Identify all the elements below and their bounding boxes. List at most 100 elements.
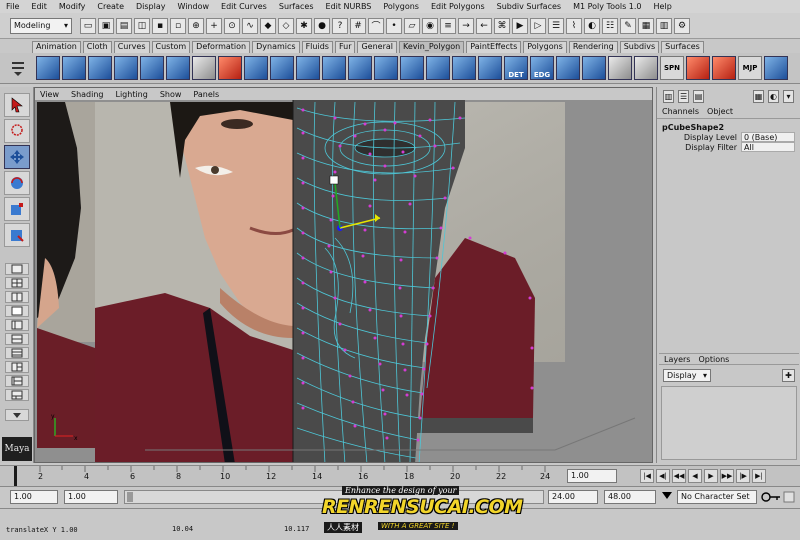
layout-stacked-icon[interactable]	[5, 305, 29, 317]
layout-outliner-icon[interactable]	[5, 319, 29, 331]
current-frame-field[interactable]: 1.00	[567, 469, 617, 483]
poly-merge-icon[interactable]	[166, 56, 190, 80]
tab-deformation[interactable]: Deformation	[192, 41, 251, 53]
vp-menu-lighting[interactable]: Lighting	[115, 90, 147, 99]
menu-window[interactable]: Window	[178, 2, 210, 11]
tab-subdivs[interactable]: Subdivs	[619, 41, 660, 53]
save-scene-icon[interactable]: ▤	[116, 17, 132, 34]
attribute-editor-toggle-icon[interactable]: ▦	[753, 89, 765, 103]
mode-selector[interactable]: Modeling ▾	[10, 17, 72, 34]
poly-plane-icon[interactable]	[296, 56, 320, 80]
layout-single-icon[interactable]	[5, 263, 29, 275]
poly-target-icon[interactable]	[712, 56, 736, 80]
snap-point-icon[interactable]: •	[386, 17, 402, 34]
menu-file[interactable]: File	[6, 2, 19, 11]
tab-polygons[interactable]: Polygons	[523, 41, 567, 53]
tab-painteffects[interactable]: PaintEffects	[466, 41, 522, 53]
render-globals-icon[interactable]: ☰	[548, 17, 564, 34]
poly-fill-icon[interactable]	[582, 56, 606, 80]
layer-editor-icon[interactable]: ☰	[678, 89, 690, 103]
go-to-start-icon[interactable]: |◀	[640, 469, 654, 483]
menu-modify[interactable]: Modify	[59, 2, 86, 11]
tab-custom[interactable]: Custom	[151, 41, 191, 53]
layout-two-icon[interactable]	[5, 291, 29, 303]
mask-joints-icon[interactable]: ⊙	[224, 17, 240, 34]
poly-cylinder-icon[interactable]	[270, 56, 294, 80]
mask-icon[interactable]: ⊕	[188, 17, 204, 34]
layers-list[interactable]	[661, 386, 797, 460]
play-backward-icon[interactable]: ◀	[688, 469, 702, 483]
mask-deformations-icon[interactable]: ◇	[278, 17, 294, 34]
mask-misc-icon[interactable]: ?	[332, 17, 348, 34]
range-handle[interactable]	[127, 492, 133, 502]
select-object-icon[interactable]: ▪	[152, 17, 168, 34]
poly-extrude-icon[interactable]	[62, 56, 86, 80]
channel-value[interactable]: 0 (Base)	[741, 132, 795, 142]
channel-layer-icon[interactable]: ▤	[693, 89, 705, 103]
ipr-render-icon[interactable]: ▷	[530, 17, 546, 34]
channel-node-name[interactable]: pCubeShape2	[657, 119, 800, 132]
character-set-selector[interactable]: No Character Set	[677, 490, 757, 504]
hypershade-icon[interactable]: ◐	[584, 17, 600, 34]
poly-normals-icon[interactable]	[478, 56, 502, 80]
playback-end-field[interactable]: 24.00	[548, 490, 598, 504]
command-input[interactable]: translateX Y 1.00	[6, 523, 306, 537]
rotate-tool-icon[interactable]	[4, 171, 30, 195]
poly-collapse-icon[interactable]	[452, 56, 476, 80]
tool-settings-icon[interactable]: ⚙	[674, 17, 690, 34]
menu-create[interactable]: Create	[97, 2, 124, 11]
tab-fur[interactable]: Fur	[334, 41, 356, 53]
camera-icon[interactable]	[634, 56, 658, 80]
scale-tool-icon[interactable]	[4, 197, 30, 221]
layout-custom-icon[interactable]	[5, 389, 29, 401]
poly-append-icon[interactable]	[400, 56, 424, 80]
chevron-down-icon[interactable]	[662, 492, 672, 499]
select-tool-icon[interactable]	[4, 93, 30, 117]
poly-blank-icon[interactable]	[192, 56, 216, 80]
snap-grid-icon[interactable]: #	[350, 17, 366, 34]
play-forward-icon[interactable]: ▶	[704, 469, 718, 483]
layer-type-selector[interactable]: Display ▾	[663, 369, 711, 382]
poly-wedge-icon[interactable]	[426, 56, 450, 80]
poly-torus-icon[interactable]	[322, 56, 346, 80]
poly-combine-icon[interactable]	[348, 56, 372, 80]
layout-persp-outliner-icon[interactable]	[5, 375, 29, 387]
channel-label[interactable]: Display Level	[661, 133, 741, 142]
layout-hypershade-icon[interactable]	[5, 347, 29, 359]
poly-blank-icon-2[interactable]	[608, 56, 632, 80]
tab-general[interactable]: General	[357, 41, 398, 53]
poly-split-icon[interactable]	[88, 56, 112, 80]
new-layer-icon[interactable]: ✚	[782, 369, 795, 382]
poly-delete-edge-button[interactable]: DET	[504, 56, 528, 80]
menu-edit-polygons[interactable]: Edit Polygons	[431, 2, 485, 11]
tab-surfaces[interactable]: Surfaces	[661, 41, 704, 53]
snap-curve-icon[interactable]: ⌒	[368, 17, 384, 34]
pane-menu-icon[interactable]: ▾	[783, 89, 795, 103]
step-back-icon[interactable]: ◀|	[656, 469, 670, 483]
layers-menu-options[interactable]: Options	[698, 355, 729, 364]
channel-value[interactable]: All	[741, 142, 795, 152]
script-editor-icon[interactable]: ✎	[620, 17, 636, 34]
tool-settings-toggle-icon[interactable]: ◐	[768, 89, 780, 103]
new-scene-icon[interactable]: ▭	[80, 17, 96, 34]
tab-dynamics[interactable]: Dynamics	[252, 41, 300, 53]
tab-kevin-polygon[interactable]: Kevin_Polygon	[399, 41, 465, 53]
step-forward-icon[interactable]: |▶	[736, 469, 750, 483]
history-icon[interactable]: ≡	[440, 17, 456, 34]
construction-history-icon[interactable]: ⌘	[494, 17, 510, 34]
start-time-field[interactable]: 1.00	[10, 490, 58, 504]
tab-fluids[interactable]: Fluids	[301, 41, 333, 53]
poly-sphere-cube-icon[interactable]	[764, 56, 788, 80]
menu-polygons[interactable]: Polygons	[383, 2, 419, 11]
layout-persp-graph-icon[interactable]	[5, 361, 29, 373]
ch-menu-channels[interactable]: Channels	[662, 107, 699, 116]
menu-edit-nurbs[interactable]: Edit NURBS	[326, 2, 372, 11]
mask-rendering-icon[interactable]: ●	[314, 17, 330, 34]
mask-curves-icon[interactable]: ∿	[242, 17, 258, 34]
move-tool-icon[interactable]	[4, 145, 30, 169]
snap-plane-icon[interactable]: ▱	[404, 17, 420, 34]
poly-smooth-icon[interactable]	[140, 56, 164, 80]
menu-edit-curves[interactable]: Edit Curves	[221, 2, 267, 11]
tab-rendering[interactable]: Rendering	[568, 41, 618, 53]
key-icon[interactable]	[760, 490, 796, 504]
